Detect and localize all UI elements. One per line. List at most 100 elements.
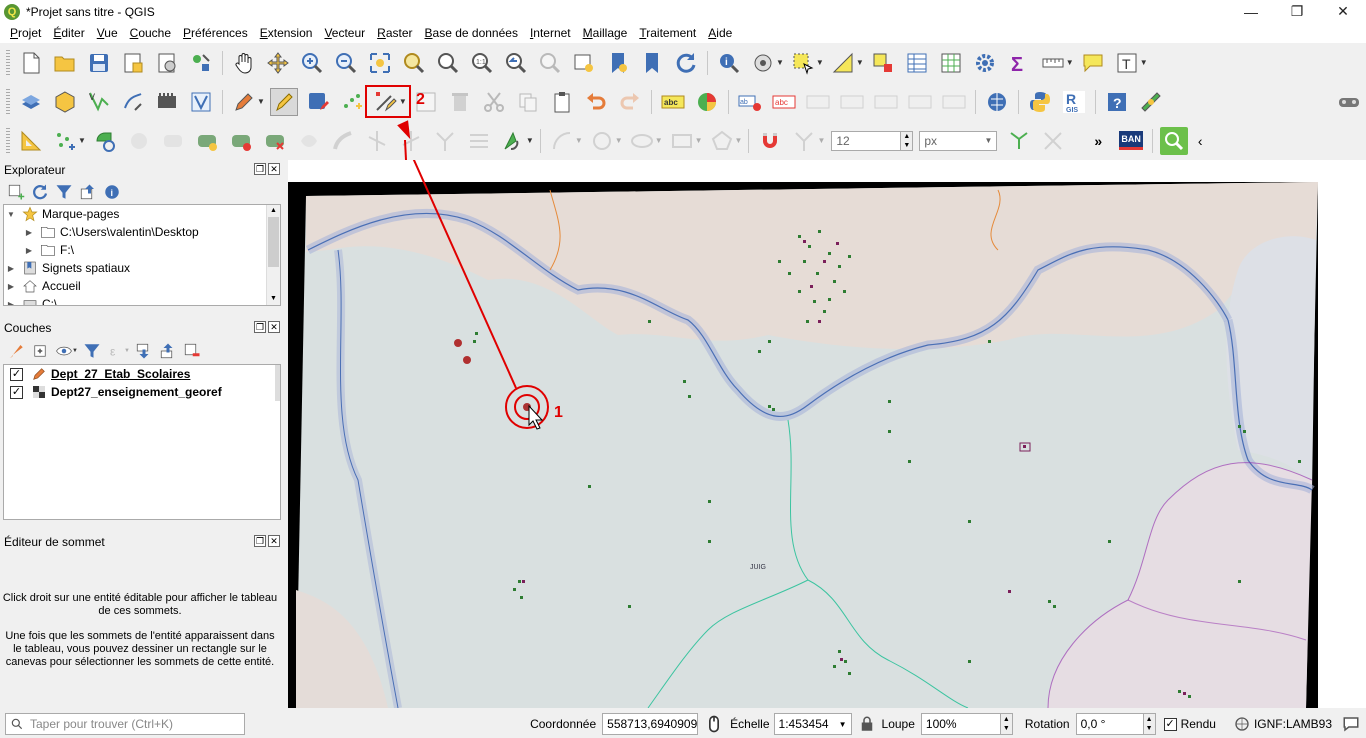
render-checkbox[interactable]: ✓ xyxy=(1163,717,1177,731)
expand-arrow-icon[interactable]: ▶ xyxy=(4,282,18,291)
chevron-down-icon[interactable]: ▼ xyxy=(655,136,663,145)
run-feature-action-button[interactable] xyxy=(749,49,777,77)
open-project-button[interactable] xyxy=(51,49,79,77)
text-annotation-button[interactable]: T xyxy=(1113,49,1141,77)
offset-curve-button[interactable] xyxy=(329,127,357,155)
add-group-button[interactable] xyxy=(29,340,51,362)
snap-tolerance-spinner[interactable]: ▲ ▼ xyxy=(901,130,914,151)
cut-features-button[interactable] xyxy=(480,88,508,116)
zoom-full-button[interactable] xyxy=(366,49,394,77)
new-temporary-layer-button[interactable] xyxy=(119,88,147,116)
layer-labeling-button[interactable]: abc xyxy=(659,88,687,116)
expand-arrow-icon[interactable]: ▶ xyxy=(22,246,36,255)
layer-styling-button[interactable] xyxy=(5,340,27,362)
close-panel-icon[interactable]: ✕ xyxy=(268,535,280,547)
messages-icon[interactable] xyxy=(1342,715,1360,733)
select-features-button[interactable] xyxy=(789,49,817,77)
chevron-down-icon[interactable]: ▼ xyxy=(615,136,623,145)
properties-info-button[interactable]: i xyxy=(101,181,123,203)
chevron-down-icon[interactable]: ▼ xyxy=(72,348,78,354)
map-canvas[interactable]: JUIG 1 xyxy=(288,160,1366,708)
snapping-type-button[interactable] xyxy=(790,127,818,155)
merge-attributes-button[interactable] xyxy=(465,127,493,155)
chevron-down-icon[interactable]: ▼ xyxy=(776,58,784,67)
circle-digitize-button[interactable] xyxy=(588,127,616,155)
close-panel-icon[interactable]: ✕ xyxy=(268,163,280,175)
chevron-down-icon[interactable]: ▼ xyxy=(817,136,825,145)
vertex-tool-button[interactable] xyxy=(372,88,400,116)
search-plugin-button[interactable] xyxy=(1160,126,1189,155)
rotate-feature-button[interactable] xyxy=(91,127,119,155)
advanced-digitizing-button[interactable] xyxy=(17,127,45,155)
show-hide-labels-button[interactable] xyxy=(804,88,832,116)
topological-editing-button[interactable] xyxy=(1005,127,1033,155)
collapse-all-layers-button[interactable] xyxy=(157,340,179,362)
rotate-symbols-button[interactable] xyxy=(499,127,527,155)
explorer-filter-button[interactable] xyxy=(53,181,75,203)
zoom-last-button[interactable] xyxy=(502,49,530,77)
highlight-labels-button[interactable]: abc xyxy=(770,88,798,116)
remove-layer-button[interactable] xyxy=(181,340,203,362)
snapping-button[interactable] xyxy=(756,127,784,155)
add-point-feature-button[interactable] xyxy=(338,88,366,116)
menu-vecteur[interactable]: Vecteur xyxy=(318,23,371,43)
snap-tolerance-input[interactable]: 12 xyxy=(831,130,902,151)
gamepad-plugin-button[interactable] xyxy=(1335,88,1363,116)
menu-maillage[interactable]: Maillage xyxy=(577,23,634,43)
statistics-button[interactable]: Σ xyxy=(1005,49,1033,77)
new-map-view-button[interactable] xyxy=(570,49,598,77)
save-layer-edits-button[interactable] xyxy=(304,88,332,116)
reshape-feature-button[interactable] xyxy=(295,127,323,155)
select-by-value-button[interactable] xyxy=(829,49,857,77)
snapping-intersection-button[interactable] xyxy=(1039,127,1067,155)
magnifier-spinner[interactable]: ▲ ▼ xyxy=(1000,713,1013,735)
chevron-down-icon[interactable]: ▼ xyxy=(816,58,824,67)
layer-visibility-checkbox[interactable]: ✓ xyxy=(10,385,23,399)
grass-gis-button[interactable]: R GIS xyxy=(1060,88,1088,116)
toggle-extents-button[interactable] xyxy=(704,714,724,734)
pan-map-button[interactable] xyxy=(230,49,258,77)
scale-combobox[interactable]: 1:453454 ▼ xyxy=(773,713,852,735)
measure-button[interactable] xyxy=(1039,49,1067,77)
layer-item-enseignement-georef[interactable]: ✓ Dept27_enseignement_georef xyxy=(4,383,280,401)
menu-base-de-donnees[interactable]: Base de données xyxy=(419,23,524,43)
coordinate-input[interactable]: 558713,6940909 xyxy=(602,713,699,735)
show-bookmarks-button[interactable] xyxy=(638,49,666,77)
tree-item-bookmarks[interactable]: ▼ Marque-pages xyxy=(4,205,280,223)
toolbox-button[interactable] xyxy=(971,49,999,77)
add-ring-button[interactable] xyxy=(51,127,79,155)
map-tips-button[interactable] xyxy=(1079,49,1107,77)
zoom-in-button[interactable] xyxy=(298,49,326,77)
new-bookmark-button[interactable] xyxy=(604,49,632,77)
chevron-down-icon[interactable]: ▼ xyxy=(575,136,583,145)
toggle-editing-button[interactable] xyxy=(269,87,298,116)
undo-button[interactable] xyxy=(582,88,610,116)
chevron-down-icon[interactable]: ▼ xyxy=(78,136,86,145)
menu-aide[interactable]: Aide xyxy=(702,23,738,43)
paste-features-button[interactable] xyxy=(548,88,576,116)
tree-item-home[interactable]: ▶ Accueil xyxy=(4,277,280,295)
toolbar-handle[interactable] xyxy=(6,127,10,154)
menu-internet[interactable]: Internet xyxy=(524,23,577,43)
toolbar-more-button[interactable]: » xyxy=(1094,133,1102,149)
toolbar-handle[interactable] xyxy=(6,49,10,76)
menu-vue[interactable]: Vue xyxy=(91,23,124,43)
ellipse-digitize-button[interactable] xyxy=(628,127,656,155)
snap-unit-select[interactable]: px ▼ xyxy=(919,130,998,151)
menu-raster[interactable]: Raster xyxy=(371,23,418,43)
change-label-button[interactable] xyxy=(906,88,934,116)
crs-globe-icon[interactable] xyxy=(1234,716,1250,732)
menu-editer[interactable]: Éditer xyxy=(47,23,90,43)
minimize-button[interactable]: — xyxy=(1228,0,1274,23)
geocoding-button[interactable] xyxy=(983,88,1011,116)
label-properties-button[interactable] xyxy=(940,88,968,116)
close-button[interactable]: ✕ xyxy=(1320,0,1366,23)
layout-manager-button[interactable] xyxy=(153,49,181,77)
pan-to-selection-button[interactable] xyxy=(264,49,292,77)
attribute-table-button[interactable] xyxy=(903,49,931,77)
fill-ring-button[interactable] xyxy=(193,127,221,155)
filter-legend-button[interactable] xyxy=(81,340,103,362)
zoom-next-button[interactable] xyxy=(536,49,564,77)
expand-arrow-icon[interactable]: ▶ xyxy=(22,228,36,237)
crs-label[interactable]: IGNF:LAMB93 xyxy=(1254,717,1332,731)
